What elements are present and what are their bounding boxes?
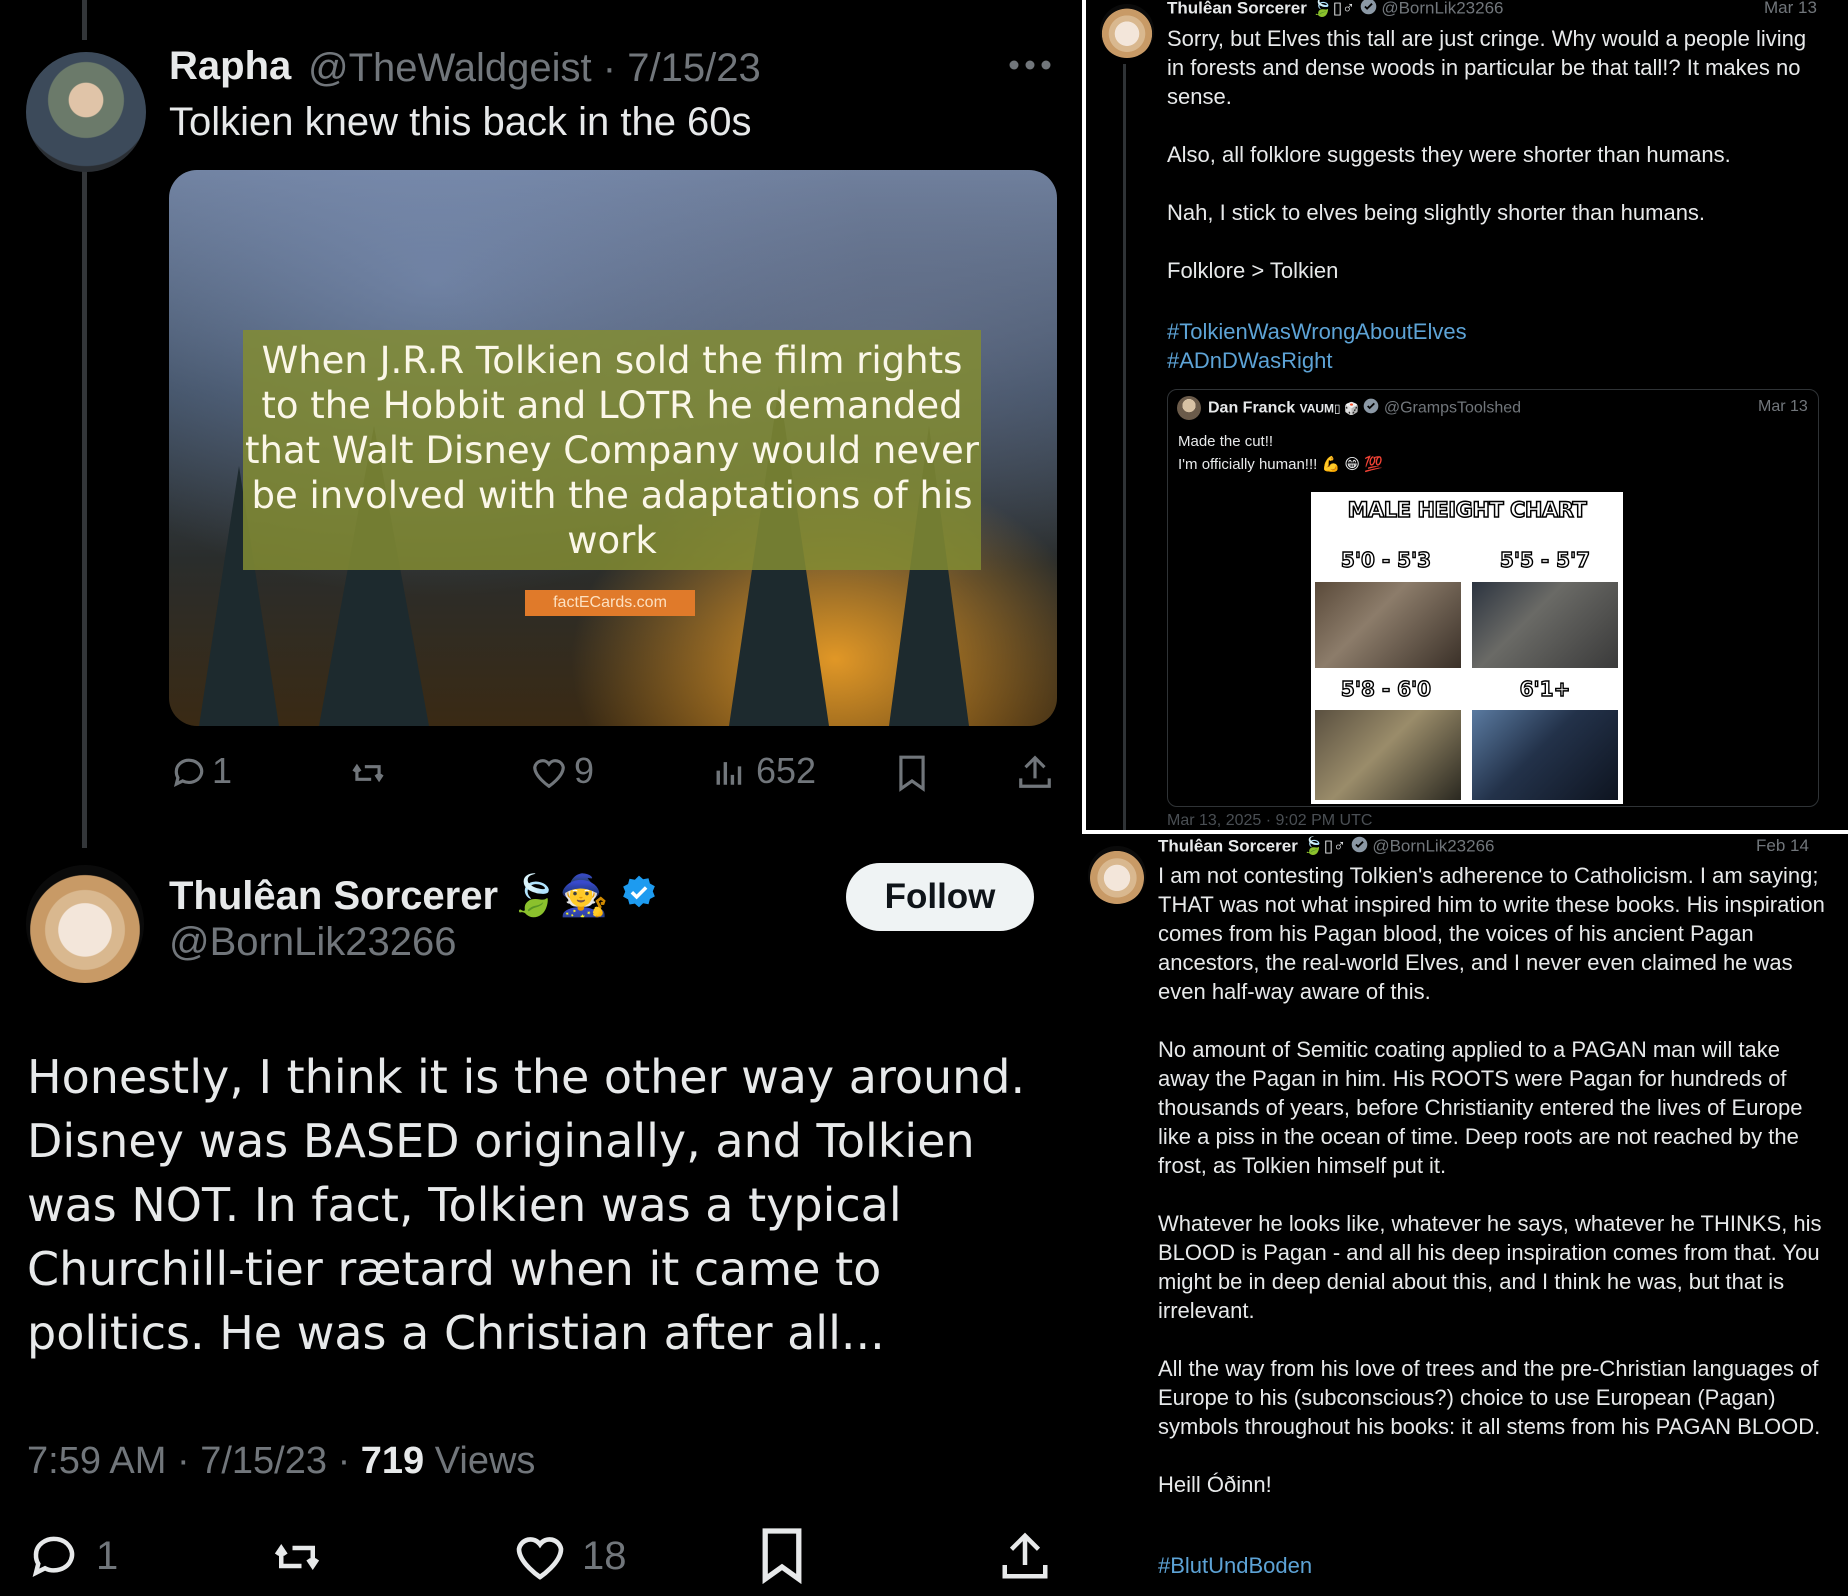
like-count: 18 bbox=[582, 1534, 627, 1578]
quoted-date: Mar 13 bbox=[1758, 398, 1808, 415]
hashtag-link[interactable]: #TolkienWasWrongAboutElves bbox=[1167, 317, 1467, 346]
image-caption-text: When J.R.R Tolkien sold the film rights … bbox=[244, 338, 979, 562]
like-count: 9 bbox=[574, 750, 595, 791]
author-handle[interactable]: @BornLik23266 bbox=[1381, 0, 1503, 17]
post-date[interactable]: Feb 14 bbox=[1756, 836, 1809, 856]
separator-dot: · bbox=[602, 46, 617, 90]
hashtag-link[interactable]: #ADnDWasRight bbox=[1167, 346, 1332, 375]
author-name[interactable]: Rapha bbox=[169, 44, 291, 89]
chart-label: 5'0 - 5'3 bbox=[1340, 547, 1432, 572]
author-handle[interactable]: @BornLik23266 bbox=[169, 920, 456, 965]
more-options-icon[interactable] bbox=[1008, 58, 1052, 72]
post-timestamp[interactable]: 7:59 AM · 7/15/23 · 719 Views bbox=[27, 1440, 535, 1483]
separator-dot: · bbox=[337, 1440, 351, 1482]
avatar[interactable] bbox=[1100, 4, 1154, 58]
post-text: Tolkien knew this back in the 60s bbox=[169, 100, 752, 144]
author-handle[interactable]: @TheWaldgeist · 7/15/23 bbox=[308, 46, 761, 91]
chart-label: 6'1+ bbox=[1519, 676, 1571, 701]
name-emoji: 🍃🧙 bbox=[509, 874, 609, 918]
hashtag-link[interactable]: #BlutUndBoden bbox=[1158, 1551, 1312, 1580]
post-date: 7/15/23 bbox=[627, 46, 761, 90]
repost-icon[interactable] bbox=[268, 1530, 326, 1584]
author-name[interactable]: Thulêan Sorcerer bbox=[1158, 836, 1298, 855]
image-watermark: factECards.com bbox=[525, 590, 695, 616]
author-name[interactable]: Dan Franck bbox=[1208, 400, 1295, 417]
chart-photo bbox=[1472, 582, 1618, 668]
thread-line-top bbox=[82, 0, 87, 40]
like-icon[interactable] bbox=[512, 1530, 568, 1582]
post-text: Honestly, I think it is the other way ar… bbox=[27, 1050, 1026, 1360]
quoted-post[interactable]: Dan Franck VAUM▯ 🎲 @GrampsToolshed Mar 1… bbox=[1167, 389, 1819, 807]
post-header: Thulêan Sorcerer 🍃▯♂ @BornLik23266 bbox=[1158, 836, 1494, 858]
top-right-post-panel: Thulêan Sorcerer 🍃▯♂ @BornLik23266 Mar 1… bbox=[1086, 0, 1848, 830]
name-emoji: 🍃▯♂ bbox=[1302, 836, 1346, 856]
main-thread-panel: Rapha @TheWaldgeist · 7/15/23 Tolkien kn… bbox=[0, 0, 1082, 1596]
thread-line bbox=[82, 170, 87, 848]
post-date: 7/15/23 bbox=[200, 1440, 327, 1482]
quoted-text-line: Made the cut!! bbox=[1178, 433, 1274, 450]
reply-count: 1 bbox=[96, 1534, 119, 1578]
avatar[interactable] bbox=[26, 865, 144, 983]
reply-count: 1 bbox=[212, 750, 233, 791]
chart-label: 5'8 - 6'0 bbox=[1340, 676, 1432, 701]
bottom-right-post-panel: Thulêan Sorcerer 🍃▯♂ @BornLik23266 Feb 1… bbox=[1078, 834, 1848, 1596]
image-caption-box: When J.R.R Tolkien sold the film rights … bbox=[243, 330, 981, 570]
chart-photo bbox=[1315, 710, 1461, 800]
post-text: I am not contesting Tolkien's adherence … bbox=[1158, 863, 1825, 1497]
handle-text: @TheWaldgeist bbox=[308, 46, 592, 90]
verified-badge-icon bbox=[1363, 398, 1379, 419]
verified-badge-icon bbox=[620, 874, 658, 922]
post-footer-timestamp: Mar 13, 2025 · 9:02 PM UTC bbox=[1167, 812, 1373, 829]
verified-badge-icon bbox=[1351, 836, 1368, 858]
views-icon[interactable] bbox=[714, 754, 748, 790]
bookmark-icon[interactable] bbox=[896, 754, 928, 792]
chart-photo bbox=[1315, 582, 1461, 668]
author-handle[interactable]: @BornLik23266 bbox=[1372, 836, 1494, 855]
verified-badge-icon bbox=[1360, 0, 1377, 20]
avatar[interactable] bbox=[26, 52, 146, 172]
post-image[interactable]: When J.R.R Tolkien sold the film rights … bbox=[169, 170, 1057, 726]
repost-icon[interactable] bbox=[348, 754, 388, 792]
author-name[interactable]: Thulêan Sorcerer 🍃🧙 bbox=[169, 872, 658, 922]
post-date[interactable]: Mar 13 bbox=[1764, 0, 1817, 18]
avatar[interactable] bbox=[1088, 846, 1146, 904]
height-chart-image[interactable]: MALE HEIGHT CHART 5'0 - 5'3 5'5 - 5'7 5'… bbox=[1311, 492, 1623, 804]
post-time: 7:59 AM bbox=[27, 1440, 167, 1482]
view-count: 719 bbox=[360, 1440, 425, 1482]
chart-title: MALE HEIGHT CHART bbox=[1347, 497, 1588, 523]
separator-dot: · bbox=[176, 1440, 190, 1482]
post-text: Sorry, but Elves this tall are just crin… bbox=[1167, 26, 1807, 283]
chart-label: 5'5 - 5'7 bbox=[1499, 547, 1591, 572]
follow-button[interactable]: Follow bbox=[846, 863, 1034, 931]
author-name[interactable]: Thulêan Sorcerer bbox=[1167, 0, 1307, 17]
like-icon[interactable] bbox=[530, 754, 568, 790]
view-count: 652 bbox=[756, 750, 817, 791]
reply-icon[interactable] bbox=[170, 754, 208, 792]
avatar[interactable] bbox=[1177, 396, 1201, 420]
share-icon[interactable] bbox=[1016, 752, 1054, 792]
quoted-header: Dan Franck VAUM▯ 🎲 @GrampsToolshed bbox=[1208, 398, 1521, 419]
reply-icon[interactable] bbox=[27, 1530, 81, 1584]
author-handle[interactable]: @GrampsToolshed bbox=[1384, 400, 1521, 417]
share-icon[interactable] bbox=[998, 1528, 1052, 1584]
chart-photo bbox=[1472, 710, 1618, 800]
thread-line bbox=[1123, 64, 1126, 830]
name-emoji: 🍃▯♂ bbox=[1311, 0, 1355, 18]
post-header: Thulêan Sorcerer 🍃▯♂ @BornLik23266 bbox=[1167, 0, 1503, 20]
quoted-text-line: I'm officially human!!! 💪 😁 💯 bbox=[1178, 456, 1383, 473]
display-name-text: Thulêan Sorcerer bbox=[169, 874, 499, 918]
bookmark-icon[interactable] bbox=[758, 1526, 806, 1584]
name-badge: VAUM▯ 🎲 bbox=[1299, 401, 1359, 416]
views-label: Views bbox=[434, 1440, 536, 1482]
